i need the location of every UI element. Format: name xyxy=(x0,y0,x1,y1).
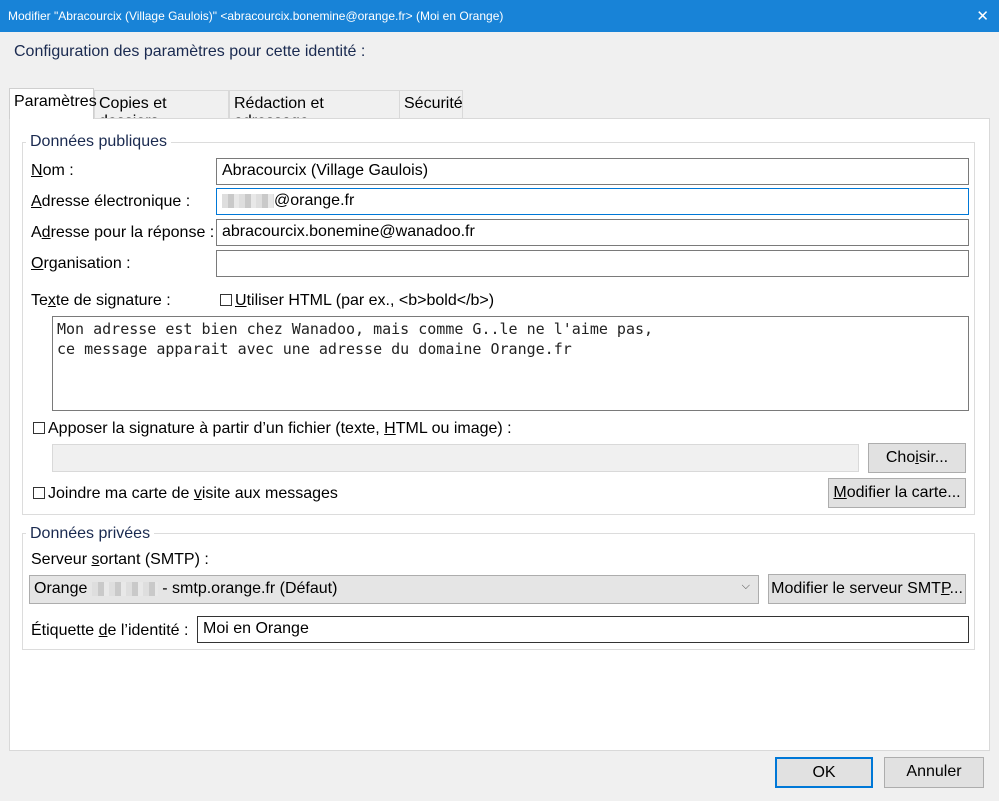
redacted-text xyxy=(222,193,274,208)
signature-label: Texte de signature : xyxy=(31,292,171,309)
attach-signature-checkbox[interactable]: Apposer la signature à partir d’un fichi… xyxy=(33,420,512,438)
checkbox-icon[interactable] xyxy=(33,487,45,499)
attach-vcard-checkbox[interactable]: Joindre ma carte de visite aux messages xyxy=(33,485,338,503)
name-label: Nom : xyxy=(31,162,74,179)
smtp-label: Serveur sortant (SMTP) : xyxy=(31,551,209,568)
dialog-heading: Configuration des paramètres pour cette … xyxy=(14,43,366,60)
title-bar: Modifier "Abracourcix (Village Gaulois)"… xyxy=(0,0,999,32)
checkbox-icon[interactable] xyxy=(220,294,232,306)
name-field[interactable]: Abracourcix (Village Gaulois) xyxy=(216,158,969,185)
organisation-field[interactable] xyxy=(216,250,969,277)
redacted-text xyxy=(91,581,158,596)
window-title: Modifier "Abracourcix (Village Gaulois)"… xyxy=(8,9,504,23)
use-html-checkbox[interactable]: Utiliser HTML (par ex., <b>bold</b>) xyxy=(220,292,494,310)
smtp-server-select[interactable]: Orange - smtp.orange.fr (Défaut) ⌵ xyxy=(29,575,759,604)
choose-file-button[interactable]: Choisir... xyxy=(868,443,966,473)
tab-redaction-adressage[interactable]: Rédaction et adressage xyxy=(229,90,400,130)
tab-parametres[interactable]: Paramètres xyxy=(9,88,97,119)
public-data-legend: Données publiques xyxy=(26,133,171,151)
email-label: Adresse électronique : xyxy=(31,193,191,210)
reply-to-field[interactable]: abracourcix.bonemine@wanadoo.fr xyxy=(216,219,969,246)
chevron-down-icon[interactable]: ⌵ xyxy=(742,580,750,593)
checkbox-icon[interactable] xyxy=(33,422,45,434)
ok-button[interactable]: OK xyxy=(775,757,873,788)
signature-textarea[interactable]: Mon adresse est bien chez Wanadoo, mais … xyxy=(52,316,969,411)
reply-to-label: Adresse pour la réponse : xyxy=(31,224,215,241)
email-field[interactable]: @orange.fr xyxy=(216,188,969,215)
edit-card-button[interactable]: Modifier la carte... xyxy=(828,478,966,508)
signature-file-path xyxy=(52,444,859,472)
identity-label: Étiquette de l’identité : xyxy=(31,622,189,639)
tab-securite[interactable]: Sécurité xyxy=(399,90,463,118)
edit-smtp-button[interactable]: Modifier le serveur SMTP... xyxy=(768,574,966,604)
tab-copies-dossiers[interactable]: Copies et dossiers xyxy=(94,90,229,130)
organisation-label: Organisation : xyxy=(31,255,131,272)
cancel-button[interactable]: Annuler xyxy=(884,757,984,788)
private-data-legend: Données privées xyxy=(26,525,155,543)
identity-label-field[interactable]: Moi en Orange xyxy=(197,616,969,643)
close-icon[interactable]: ✕ xyxy=(976,7,989,25)
